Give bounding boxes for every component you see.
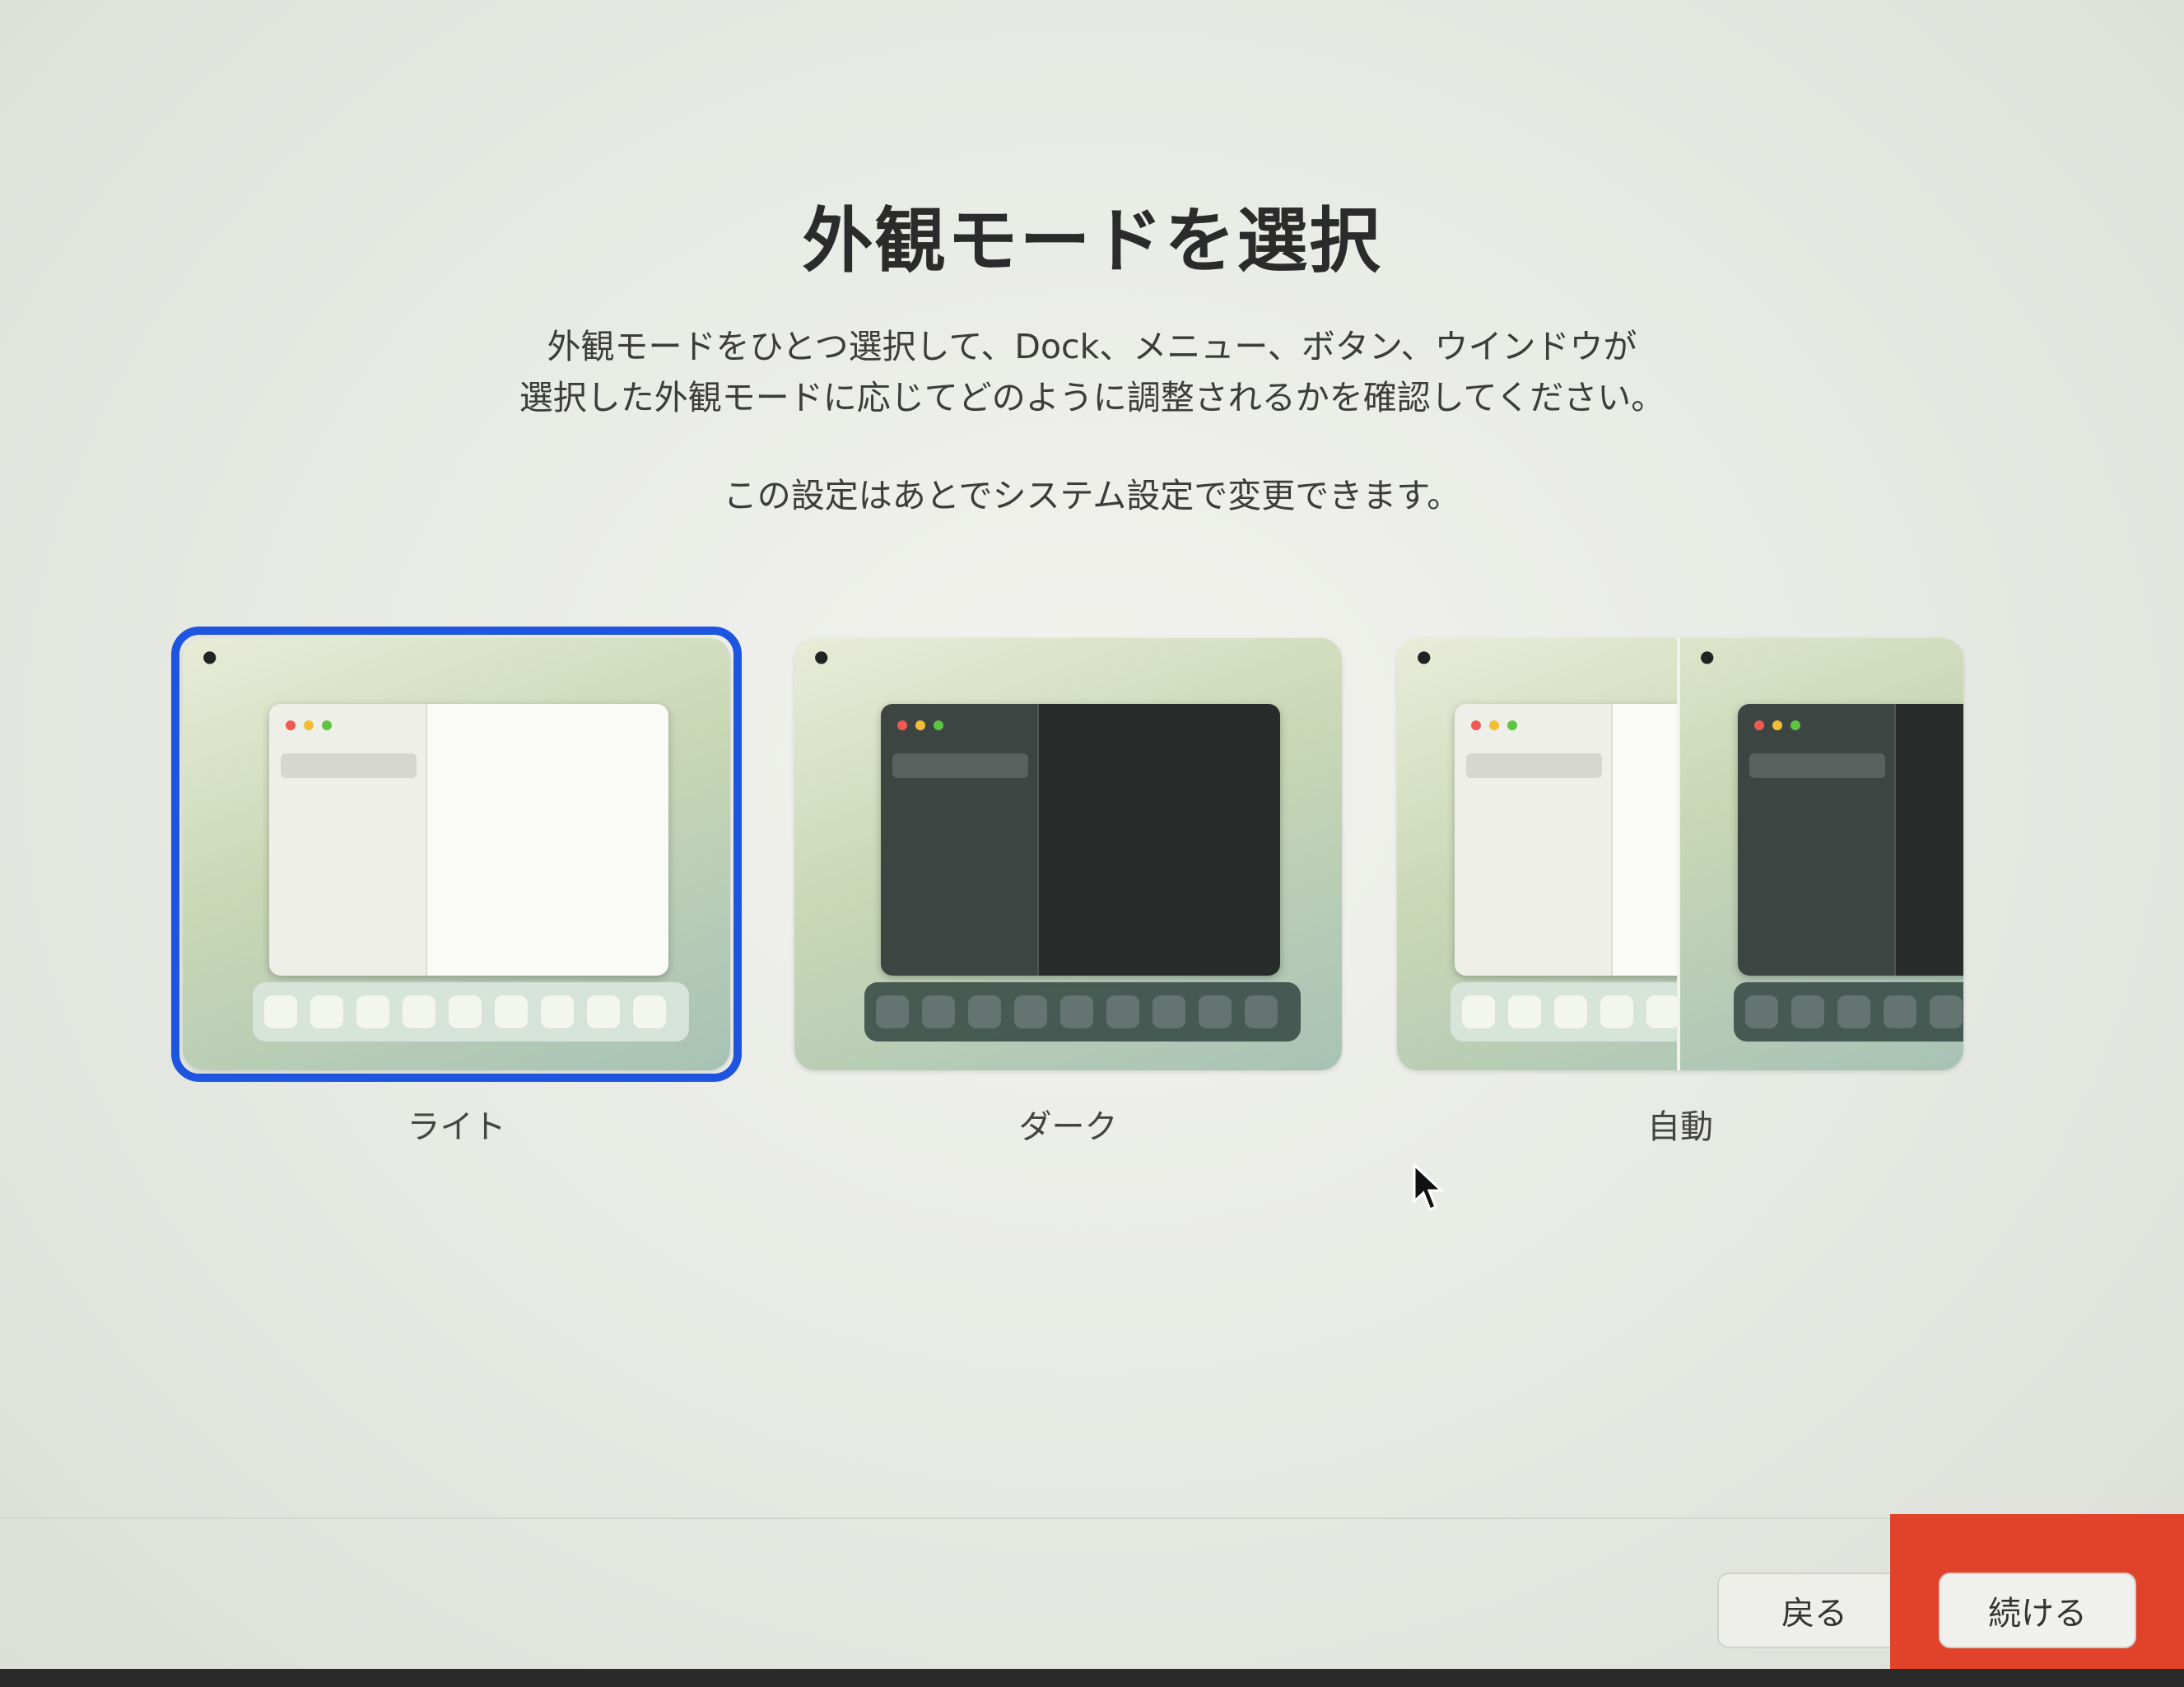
- apple-logo-icon: ●: [203, 646, 217, 666]
- description-line-1: 外観モードをひとつ選択して、Dock、メニュー、ボタン、ウインドウが: [547, 327, 1637, 366]
- page-description: 外観モードをひとつ選択して、Dock、メニュー、ボタン、ウインドウが 選択した外…: [0, 321, 2184, 423]
- preview-dock: [253, 982, 689, 1042]
- window-controls-icon: [897, 720, 943, 730]
- window-controls-icon: [286, 720, 332, 730]
- screen-bezel: [0, 1669, 2184, 1687]
- preview-dock: [864, 982, 1301, 1042]
- window-controls-icon: [1754, 720, 1800, 730]
- setup-assistant-screen: 外観モードを選択 外観モードをひとつ選択して、Dock、メニュー、ボタン、ウイン…: [0, 0, 2184, 1687]
- auto-preview: ● ●: [1397, 638, 1963, 1070]
- apple-logo-icon: ●: [1700, 646, 1715, 666]
- dark-preview: ●: [794, 638, 1342, 1070]
- appearance-option-auto[interactable]: ● ●: [1397, 638, 1963, 1070]
- page-title: 外観モードを選択: [802, 200, 1382, 282]
- window-controls-icon: [1471, 720, 1517, 730]
- continue-button[interactable]: 続ける: [1939, 1573, 2136, 1648]
- appearance-option-light[interactable]: ●: [171, 627, 742, 1082]
- preview-window: [269, 704, 668, 976]
- preview-dock: [1451, 982, 1680, 1042]
- preview-dock: [1734, 982, 1963, 1042]
- light-preview: ●: [183, 638, 730, 1070]
- description-line-2: 選択した外観モードに応じてどのように調整されるかを確認してください。: [519, 378, 1665, 417]
- option-label-auto[interactable]: 自動: [1397, 1100, 1963, 1148]
- settings-note: この設定はあとでシステム設定で変更できます。: [723, 476, 1461, 515]
- preview-window: [1455, 704, 1680, 976]
- mouse-cursor-icon: [1413, 1163, 1445, 1211]
- appearance-option-dark[interactable]: ●: [794, 638, 1342, 1070]
- preview-window: [1738, 704, 1963, 976]
- apple-logo-icon: ●: [814, 646, 829, 666]
- option-label-light[interactable]: ライト: [183, 1100, 730, 1148]
- back-button[interactable]: 戻る: [1717, 1573, 1912, 1648]
- footer-divider: [0, 1517, 2184, 1519]
- option-label-dark[interactable]: ダーク: [794, 1100, 1342, 1148]
- preview-window: [881, 704, 1280, 976]
- apple-logo-icon: ●: [1417, 646, 1432, 666]
